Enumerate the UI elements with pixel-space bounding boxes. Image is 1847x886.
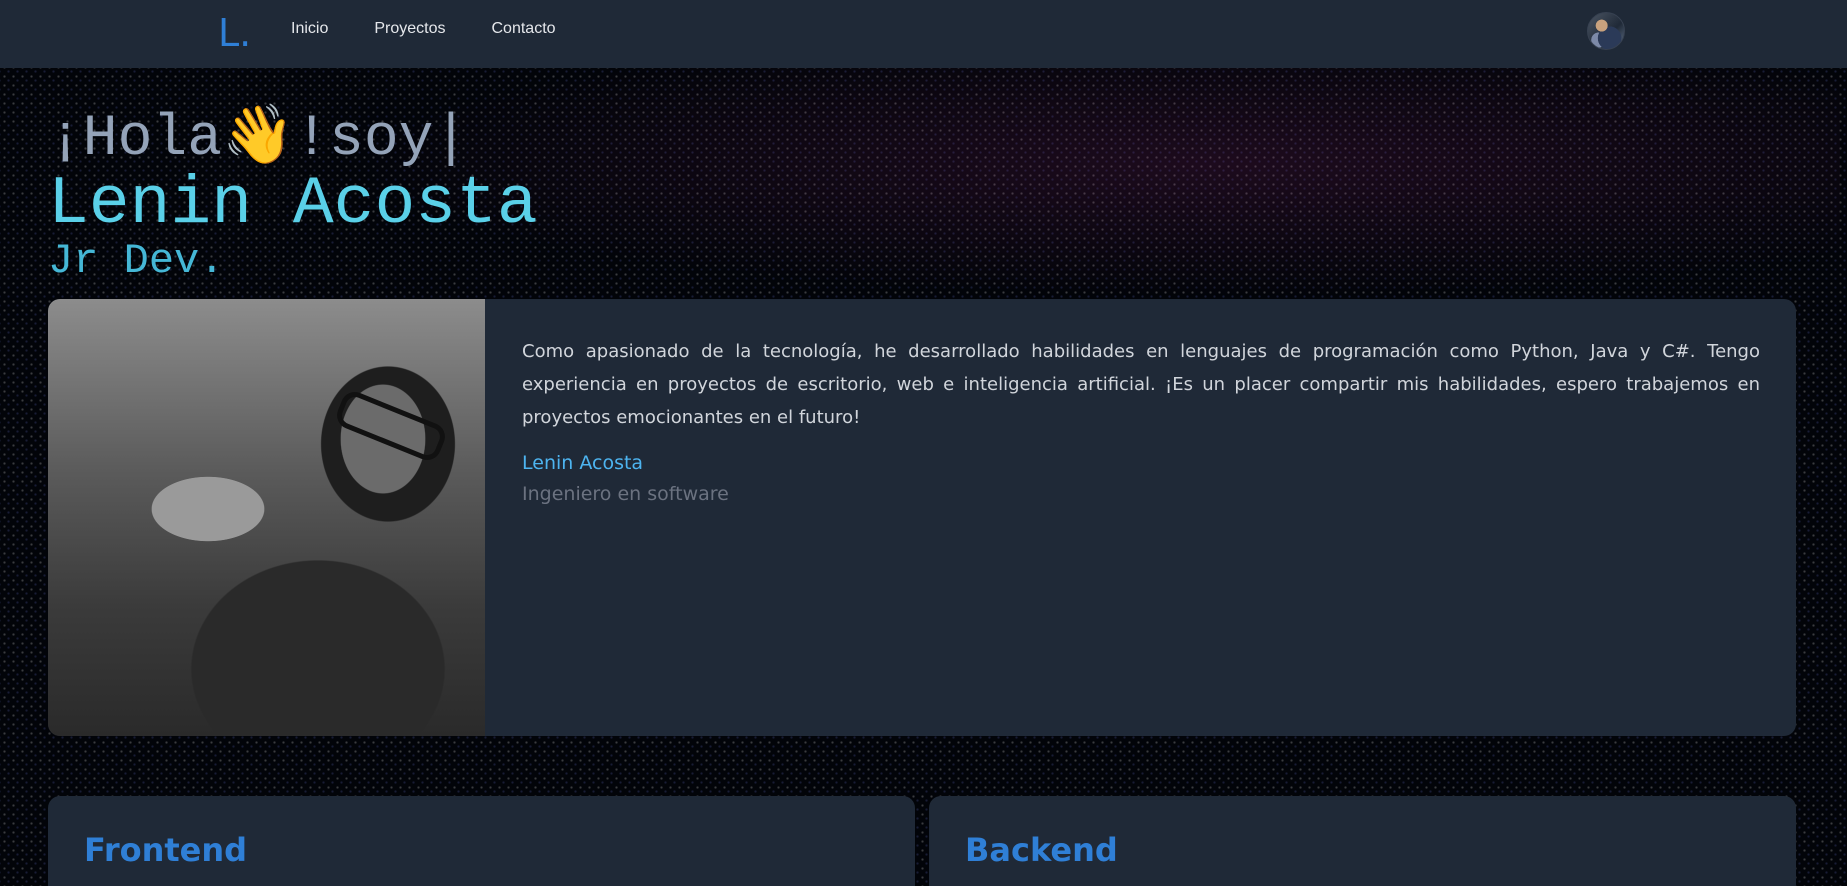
hero-name: Lenin Acosta	[48, 166, 538, 243]
profile-card: Como apasionado de la tecnología, he des…	[48, 299, 1796, 736]
backend-card: Backend	[929, 796, 1796, 886]
nav-links: Inicio Proyectos Contacto	[291, 19, 602, 39]
wave-icon: 👋	[222, 107, 295, 172]
frontend-card: Frontend	[48, 796, 915, 886]
nav-link-inicio[interactable]: Inicio	[291, 19, 328, 39]
frontend-title: Frontend	[84, 831, 248, 869]
author-title: Ingeniero en software	[522, 483, 729, 505]
hero-greeting: ¡Hola👋!soy|	[48, 108, 468, 172]
profile-photo	[48, 299, 485, 736]
brand-letter: L	[218, 11, 240, 55]
user-avatar-icon[interactable]	[1587, 12, 1625, 50]
greeting-end-text: !soy	[294, 107, 434, 172]
greeting-text: ¡Hola	[48, 107, 223, 172]
brand-logo[interactable]: L.	[218, 10, 251, 56]
profile-text: Como apasionado de la tecnología, he des…	[522, 335, 1760, 510]
backend-title: Backend	[965, 831, 1118, 869]
nav-link-proyectos[interactable]: Proyectos	[374, 19, 445, 39]
nav-link-contacto[interactable]: Contacto	[492, 19, 556, 39]
photo-glasses-detail	[332, 387, 450, 465]
hero-role: Jr Dev.	[48, 237, 225, 285]
author-name: Lenin Acosta	[522, 452, 644, 474]
typing-cursor: |	[433, 107, 469, 172]
navbar: L. Inicio Proyectos Contacto	[0, 0, 1847, 68]
brand-dot: .	[239, 11, 252, 55]
page: L. Inicio Proyectos Contacto ¡Hola👋!soy|…	[0, 0, 1847, 886]
profile-bio: Como apasionado de la tecnología, he des…	[522, 341, 1760, 428]
